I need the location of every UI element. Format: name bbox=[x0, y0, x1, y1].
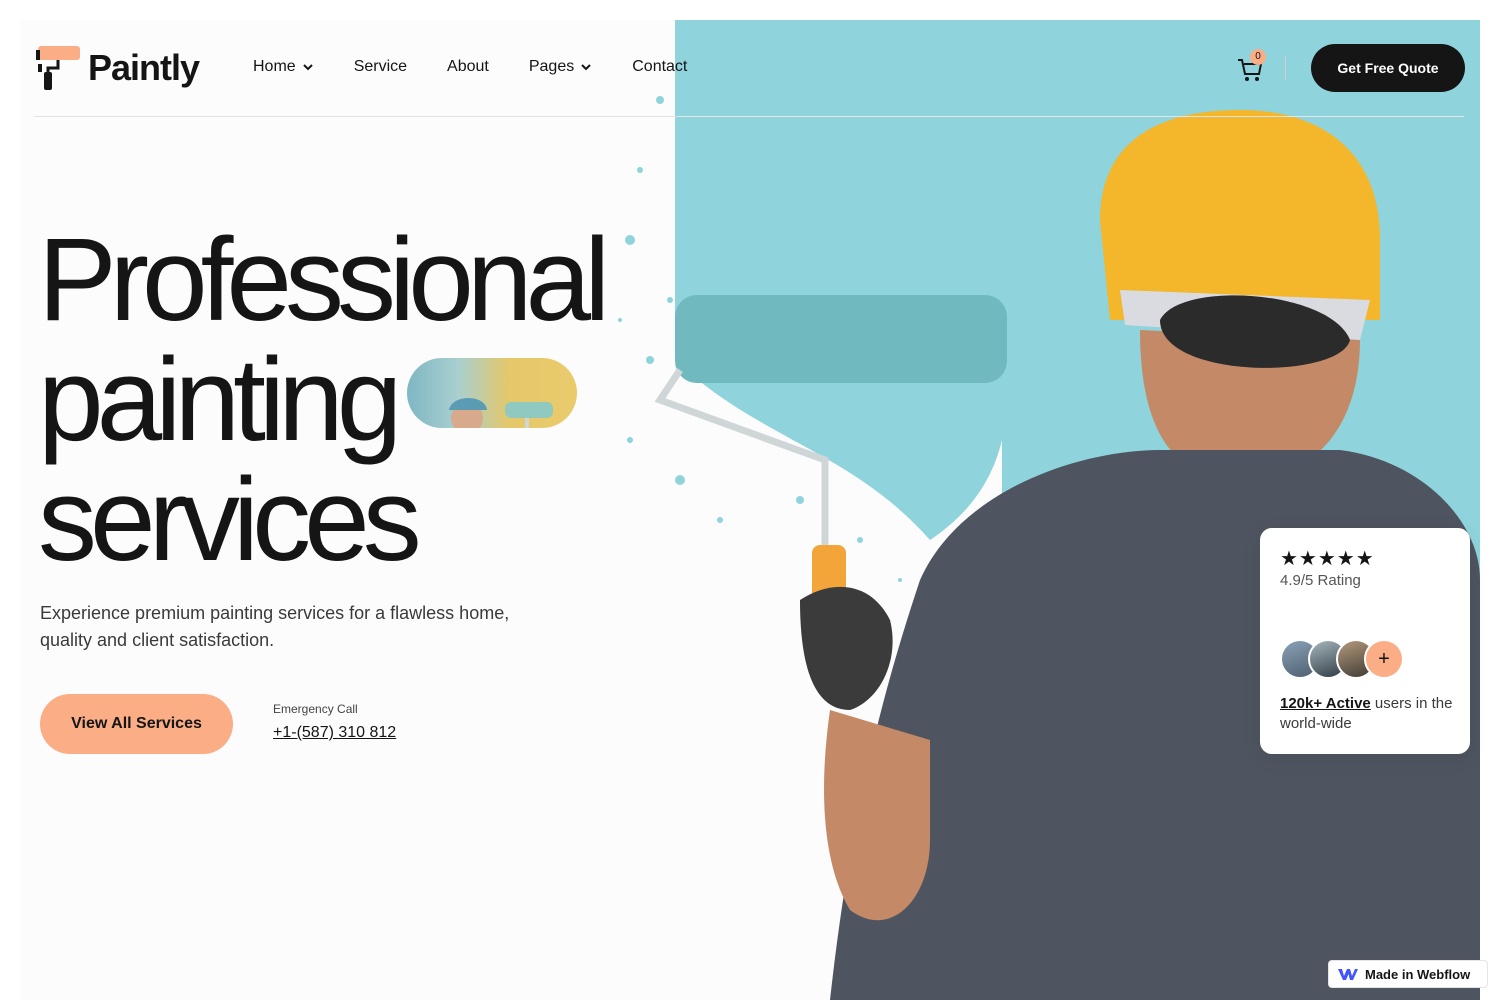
nav-label: Contact bbox=[632, 58, 688, 75]
rating-card: ★★★★★ 4.9/5 Rating + 120k+ Active users … bbox=[1260, 528, 1470, 754]
active-users-text: 120k+ Active users in the world-wide bbox=[1280, 694, 1455, 734]
chevron-down-icon bbox=[302, 64, 313, 71]
webflow-badge-label: Made in Webflow bbox=[1365, 966, 1471, 982]
user-avatars: + bbox=[1280, 639, 1404, 679]
header-divider bbox=[34, 116, 1464, 117]
made-in-webflow-badge[interactable]: Made in Webflow bbox=[1328, 960, 1488, 988]
hero-title-word: painting bbox=[38, 334, 402, 466]
brand-name: Paintly bbox=[88, 47, 200, 88]
painter-thumbnail-image bbox=[407, 357, 578, 428]
paint-roller-icon bbox=[34, 44, 82, 92]
nav-label: About bbox=[447, 58, 489, 75]
five-star-rating-icon: ★★★★★ bbox=[1280, 548, 1375, 570]
chevron-down-icon bbox=[581, 64, 591, 71]
nav-item-pages[interactable]: Pages bbox=[529, 58, 592, 76]
cart-count-badge: 0 bbox=[1250, 49, 1266, 65]
hero-title-line-with-image: painting bbox=[38, 340, 603, 460]
webflow-icon bbox=[1338, 969, 1358, 980]
get-free-quote-button[interactable]: Get Free Quote bbox=[1311, 44, 1465, 92]
hero-title: Professional painting services bbox=[38, 214, 610, 586]
main-nav: Home Service About Pages Contact bbox=[253, 58, 687, 76]
nav-item-contact[interactable]: Contact bbox=[632, 58, 687, 76]
nav-label: Service bbox=[353, 58, 408, 75]
hero-subtitle: Experience premium painting services for… bbox=[40, 603, 510, 650]
add-user-icon[interactable]: + bbox=[1364, 639, 1404, 679]
nav-label: Pages bbox=[528, 58, 575, 75]
emergency-phone-link[interactable]: +1-(587) 310 812 bbox=[273, 724, 396, 742]
nav-item-service[interactable]: Service bbox=[354, 58, 407, 76]
view-all-services-button[interactable]: View All Services bbox=[40, 694, 233, 754]
hero-title-line: Professional bbox=[38, 214, 610, 346]
nav-label: Home bbox=[253, 58, 296, 75]
rating-value: 4.9/5 Rating bbox=[1280, 572, 1361, 589]
brand-logo[interactable]: Paintly bbox=[34, 44, 200, 92]
nav-item-about[interactable]: About bbox=[447, 58, 489, 76]
hero-title-line: services bbox=[38, 454, 422, 586]
nav-item-home[interactable]: Home bbox=[253, 58, 314, 76]
hero-illustration bbox=[600, 20, 1480, 1000]
emergency-call-label: Emergency Call bbox=[273, 702, 358, 716]
active-users-link[interactable]: 120k+ Active bbox=[1280, 695, 1371, 712]
header-separator bbox=[1285, 55, 1286, 81]
